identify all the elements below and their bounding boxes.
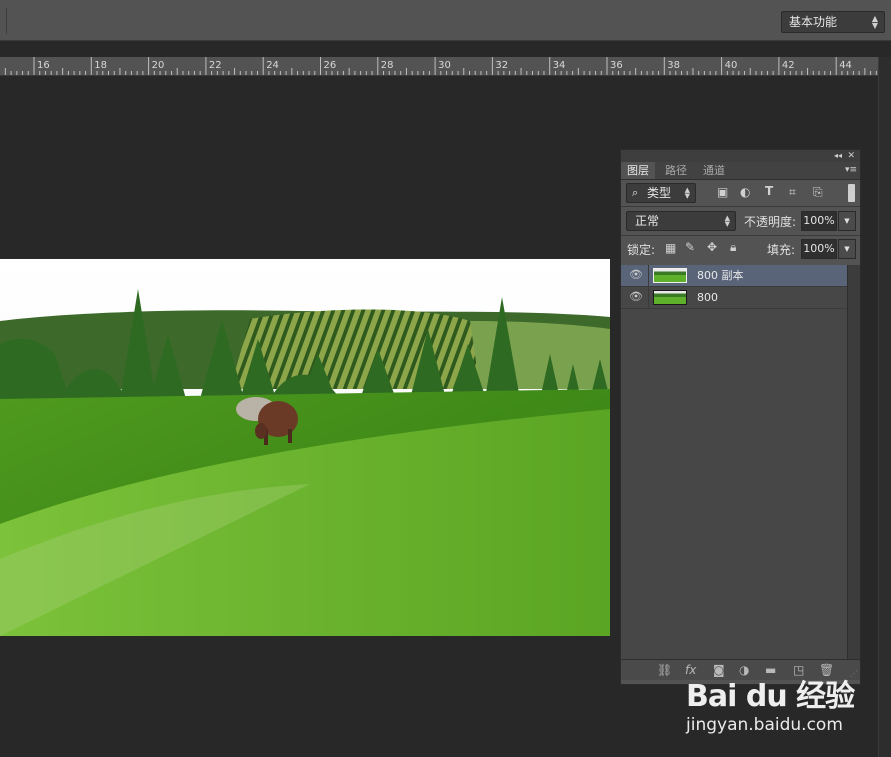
blend-mode-label: 正常 <box>635 214 660 228</box>
layer-row-800[interactable]: 👁︎ 800 <box>621 287 847 309</box>
lock-transparent-icon[interactable]: ▦ <box>665 241 676 255</box>
layer-thumbnail <box>653 268 687 283</box>
layers-list: 👁︎ 800 副本 👁︎ 800 <box>621 265 847 659</box>
fill-dropdown-button[interactable]: ▼ <box>838 239 856 259</box>
filter-kind-select[interactable]: ⌕ 类型 ▲ ▼ <box>626 183 696 203</box>
baidu-watermark: Bai du 经验 jingyan.baidu.com <box>686 663 856 743</box>
layer-name: 800 <box>697 291 718 304</box>
filter-kind-label: 类型 <box>647 186 672 200</box>
image-filter-icon[interactable]: ▣ <box>717 185 728 199</box>
lock-position-icon[interactable]: ✥ <box>707 240 717 254</box>
ruler-ticks: 16 18 20 22 24 26 28 30 32 34 36 38 40 42 44 <box>4 57 877 75</box>
smart-object-filter-icon[interactable]: ⎘ <box>813 185 823 200</box>
ruler-label: 16 <box>37 60 50 71</box>
ruler-label: 18 <box>94 60 107 71</box>
ruler-label: 44 <box>839 60 852 71</box>
blend-mode-select[interactable]: 正常 ▲ ▼ <box>626 211 736 231</box>
lock-label: 锁定: <box>627 243 656 257</box>
panel-titlebar[interactable]: ◂◂ ✕ <box>621 150 860 162</box>
eye-icon[interactable]: 👁︎ <box>629 269 643 281</box>
fill-label: 填充: <box>767 243 796 257</box>
ruler-label: 42 <box>782 60 795 71</box>
layers-panel: ◂◂ ✕ 图层 路径 通道 ▾≡ ⌕ 类型 ▲ ▼ ▣ ◐ T ⌗ ⎘ 正常 ▲ ▼… <box>620 149 861 685</box>
link-layers-icon[interactable]: ⛓︎ <box>657 662 672 678</box>
tab-layers[interactable]: 图层 <box>621 162 655 179</box>
ruler-label: 30 <box>438 60 451 71</box>
tab-paths[interactable]: 路径 <box>659 162 693 179</box>
options-bar: 基本功能 ▲ ▼ <box>0 0 891 41</box>
ruler-label: 24 <box>266 60 279 71</box>
lock-paint-brush-icon[interactable]: ✎ <box>685 240 695 254</box>
divider <box>621 235 860 236</box>
opacity-input[interactable]: 100% <box>801 211 837 231</box>
canvas-scroll-edge <box>878 57 891 757</box>
lock-all-icon[interactable]: 🔒︎ <box>730 240 736 255</box>
divider <box>621 206 860 207</box>
chevron-updown-icon: ▲ ▼ <box>724 214 730 228</box>
options-bar-divider <box>6 8 7 34</box>
ruler-label: 28 <box>381 60 394 71</box>
opacity-dropdown-button[interactable]: ▼ <box>838 211 856 231</box>
ruler-label: 26 <box>324 60 337 71</box>
shape-filter-icon[interactable]: ⌗ <box>789 185 796 200</box>
ruler-label: 38 <box>667 60 680 71</box>
close-icon[interactable]: ✕ <box>847 150 855 162</box>
layer-name: 800 副本 <box>697 269 744 282</box>
ruler-label: 40 <box>725 60 738 71</box>
opacity-label: 不透明度: <box>744 215 797 229</box>
adjustment-filter-icon[interactable]: ◐ <box>740 185 750 199</box>
eye-icon[interactable]: 👁︎ <box>629 291 643 303</box>
ruler-label: 34 <box>553 60 566 71</box>
layer-row-800-copy[interactable]: 👁︎ 800 副本 <box>621 265 847 287</box>
search-icon: ⌕ <box>632 186 639 199</box>
canvas-image[interactable] <box>0 259 610 636</box>
divider <box>648 265 649 286</box>
workspace-select-label: 基本功能 <box>789 15 838 29</box>
ruler-label: 22 <box>209 60 222 71</box>
panel-menu-icon[interactable]: ▾≡ <box>845 165 857 175</box>
panel-tabs: 图层 路径 通道 ▾≡ <box>621 162 860 180</box>
type-filter-icon[interactable]: T <box>765 184 773 198</box>
tab-channels[interactable]: 通道 <box>697 162 731 179</box>
workspace-select[interactable]: 基本功能 ▲ ▼ <box>781 11 885 33</box>
baidu-logo: Bai du 经验 <box>686 679 855 714</box>
ruler-label: 36 <box>610 60 623 71</box>
fill-input[interactable]: 100% <box>801 239 837 259</box>
collapse-panel-icon[interactable]: ◂◂ <box>834 150 842 162</box>
chevron-updown-icon: ▲ ▼ <box>871 14 878 30</box>
watermark-url: jingyan.baidu.com <box>686 715 843 735</box>
layers-scrollbar[interactable] <box>847 265 860 659</box>
chevron-updown-icon: ▲ ▼ <box>684 186 690 200</box>
layer-thumbnail <box>653 290 687 305</box>
ruler-label: 20 <box>152 60 165 71</box>
filter-toggle-switch[interactable] <box>848 184 855 202</box>
divider <box>648 287 649 308</box>
horizontal-ruler[interactable]: 16 18 20 22 24 26 28 30 32 34 36 38 40 42 44 <box>0 57 878 76</box>
ruler-label: 32 <box>495 60 508 71</box>
